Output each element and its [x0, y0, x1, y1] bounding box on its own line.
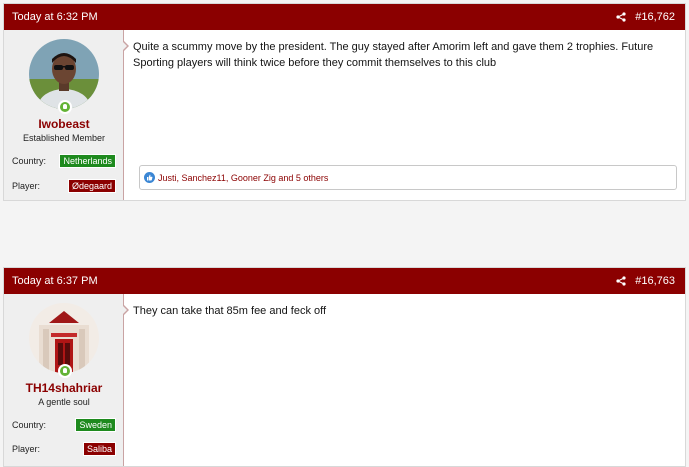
- post-number-link[interactable]: #16,762: [635, 11, 675, 23]
- country-row: Country: Netherlands: [12, 154, 116, 168]
- online-indicator-icon: [58, 364, 72, 378]
- post-16763: Today at 6:37 PM #16,763 TH14shahriar A …: [3, 267, 686, 467]
- online-indicator-icon: [58, 100, 72, 114]
- reactions-bar[interactable]: Justi, Sanchez11, Gooner Zig and 5 other…: [139, 165, 677, 190]
- post-16762: Today at 6:32 PM #16,762 Iwobeast Establ…: [3, 3, 686, 201]
- player-badge: Ødegaard: [67, 179, 116, 193]
- avatar[interactable]: [29, 303, 99, 373]
- post-header: Today at 6:37 PM #16,763: [4, 268, 685, 294]
- post-date[interactable]: Today at 6:32 PM: [12, 11, 98, 23]
- like-reaction-icon: [144, 172, 155, 183]
- username[interactable]: Iwobeast: [4, 117, 124, 131]
- avatar[interactable]: [29, 39, 99, 109]
- message-text: Quite a scummy move by the president. Th…: [133, 41, 654, 69]
- username[interactable]: TH14shahriar: [4, 381, 124, 395]
- player-label: Player:: [12, 444, 41, 454]
- share-icon[interactable]: [616, 12, 626, 22]
- user-title: A gentle soul: [38, 397, 90, 407]
- post-number-link[interactable]: #16,763: [635, 275, 675, 287]
- country-label: Country:: [12, 156, 47, 166]
- player-label: Player:: [12, 181, 41, 191]
- country-badge: Netherlands: [59, 154, 116, 168]
- message-cell: They can take that 85m fee and feck off: [122, 294, 685, 466]
- share-icon[interactable]: [616, 276, 626, 286]
- post-separator: [0, 201, 689, 267]
- player-row: Player: Ødegaard: [12, 179, 116, 193]
- post-header: Today at 6:32 PM #16,762: [4, 4, 685, 30]
- player-badge: Saliba: [82, 442, 116, 456]
- message-text: They can take that 85m fee and feck off: [133, 305, 327, 317]
- country-badge: Sweden: [75, 418, 116, 432]
- message-arrow: [122, 304, 129, 316]
- country-label: Country:: [12, 420, 47, 430]
- reactions-text[interactable]: Justi, Sanchez11, Gooner Zig and 5 other…: [158, 173, 328, 183]
- user-info: Iwobeast Established Member Country: Net…: [4, 30, 124, 200]
- user-info: TH14shahriar A gentle soul Country: Swed…: [4, 294, 124, 466]
- user-title: Established Member: [22, 133, 106, 143]
- post-date[interactable]: Today at 6:37 PM: [12, 275, 98, 287]
- message-arrow: [122, 40, 129, 52]
- player-row: Player: Saliba: [12, 442, 116, 456]
- country-row: Country: Sweden: [12, 418, 116, 432]
- message-cell: Quite a scummy move by the president. Th…: [122, 30, 685, 200]
